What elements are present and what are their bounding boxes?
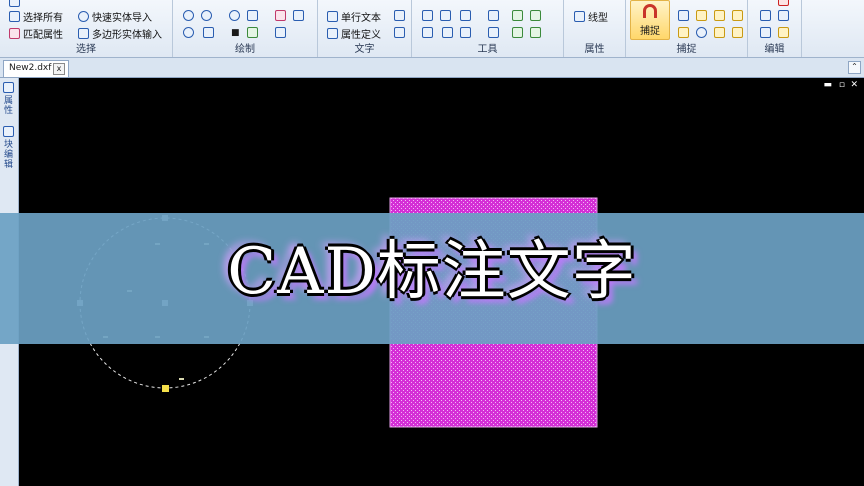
text-style-icon[interactable] (394, 10, 405, 21)
select-all-button[interactable]: 选择所有 (9, 9, 63, 24)
snap-line-icon[interactable] (732, 10, 743, 21)
circle-icon[interactable] (183, 10, 194, 21)
document-tab-label: New2.dxf (9, 63, 52, 73)
fillet-icon[interactable] (460, 27, 471, 38)
match-brush-icon (9, 28, 20, 39)
layer-icon[interactable] (530, 27, 541, 38)
tools-group-label: 工具 (477, 44, 498, 55)
link-icon[interactable] (530, 10, 541, 21)
explode-icon[interactable] (512, 10, 523, 21)
attribute-definition-button[interactable]: 属性定义 (327, 26, 381, 41)
snap-button[interactable]: 捕捉 (630, 0, 670, 40)
gradient-icon[interactable] (293, 10, 304, 21)
draw-group-label: 绘制 (235, 44, 255, 55)
polygon-entity-input-button[interactable]: 多边形实体输入 (78, 26, 162, 41)
select-group-label: 选择 (76, 44, 96, 55)
measure-icon[interactable] (422, 10, 433, 21)
match-properties-button[interactable]: 匹配属性 (9, 26, 63, 41)
spline-icon[interactable] (183, 27, 194, 38)
snap-midpoint-icon[interactable] (696, 10, 707, 21)
copy-icon[interactable] (778, 10, 789, 21)
snap-nearest-icon[interactable] (732, 27, 743, 38)
edit-group-label: 编辑 (764, 44, 785, 55)
image-icon[interactable] (247, 27, 258, 38)
document-tab-bar: New2.dxf x ⌃ (0, 58, 864, 78)
snap-group-label: 捕捉 (676, 44, 697, 55)
draw-group: ■ 绘制 (173, 0, 318, 57)
snap-group: 捕捉 捕捉 (626, 0, 748, 57)
linetype-icon (574, 11, 585, 22)
arc-icon[interactable] (229, 10, 240, 21)
match-properties-label: 匹配属性 (23, 30, 63, 41)
rectangle-icon[interactable] (247, 10, 258, 21)
single-line-text-label: 单行文本 (341, 13, 381, 24)
trim-icon[interactable] (488, 10, 499, 21)
linetype-button[interactable]: 线型 (574, 9, 608, 24)
snap-triangle-icon[interactable] (678, 27, 689, 38)
document-tab[interactable]: New2.dxf x (3, 60, 69, 77)
quick-import-icon (78, 11, 89, 22)
snap-center-icon[interactable] (696, 27, 707, 38)
properties-panel-icon[interactable] (3, 82, 14, 93)
snap-node-icon[interactable] (714, 27, 725, 38)
select-all-icon (9, 11, 20, 22)
polygon-icon (78, 28, 89, 39)
snap-button-label: 捕捉 (640, 26, 660, 37)
attribute-definition-label: 属性定义 (341, 30, 381, 41)
snap-square-icon[interactable] (714, 10, 725, 21)
select-icon (9, 0, 20, 7)
paste-icon[interactable] (760, 27, 771, 38)
edit-group: 编辑 (748, 0, 802, 57)
ribbon: 选择所有 匹配属性 快速实体导入 多边形实体输入 选择 ■ 绘制 单行文本 属性… (0, 0, 864, 58)
point-icon[interactable]: ■ (231, 28, 240, 38)
delete-icon[interactable] (778, 0, 789, 6)
paste-special-icon[interactable] (778, 27, 789, 38)
collapse-ribbon-icon[interactable]: ⌃ (848, 61, 861, 74)
text-group: 单行文本 属性定义 文字 (318, 0, 412, 57)
tools-group: 工具 (412, 0, 564, 57)
block-editor-icon[interactable] (3, 126, 14, 137)
side-tab-block-editor[interactable]: 块编辑 (2, 140, 15, 170)
hatch-icon[interactable] (203, 27, 214, 38)
text-edit-icon[interactable] (394, 27, 405, 38)
grip-bottom-active[interactable] (162, 385, 169, 392)
properties-group-label: 属性 (584, 44, 605, 55)
offset-icon[interactable] (442, 27, 453, 38)
side-tab-properties[interactable]: 属性 (2, 96, 15, 116)
pencil-icon[interactable] (275, 10, 286, 21)
quick-entity-import-button[interactable]: 快速实体导入 (78, 9, 152, 24)
quick-entity-import-label: 快速实体导入 (92, 13, 152, 24)
cursor-icon[interactable] (460, 10, 471, 21)
ellipse-icon[interactable] (201, 10, 212, 21)
dots-icon[interactable] (422, 27, 433, 38)
chamfer-icon[interactable] (488, 27, 499, 38)
distance-icon[interactable] (440, 10, 451, 21)
text-group-label: 文字 (354, 44, 375, 55)
cut-icon[interactable] (760, 10, 771, 21)
snap-endpoint-icon[interactable] (678, 10, 689, 21)
select-group: 选择所有 匹配属性 快速实体导入 多边形实体输入 选择 (0, 0, 173, 57)
recycle-icon[interactable] (512, 27, 523, 38)
select-top-partial[interactable] (9, 0, 20, 7)
attribute-icon (327, 28, 338, 39)
banner-title: CAD标注文字 (227, 235, 637, 309)
close-tab-icon[interactable]: x (53, 63, 65, 75)
polygon-entity-input-label: 多边形实体输入 (92, 30, 162, 41)
table-icon[interactable] (275, 27, 286, 38)
single-line-text-button[interactable]: 单行文本 (327, 9, 381, 24)
linetype-label: 线型 (588, 13, 608, 24)
properties-group: 线型 属性 (564, 0, 626, 57)
text-a-icon (327, 11, 338, 22)
magnet-icon (643, 4, 657, 18)
select-all-label: 选择所有 (23, 13, 63, 24)
